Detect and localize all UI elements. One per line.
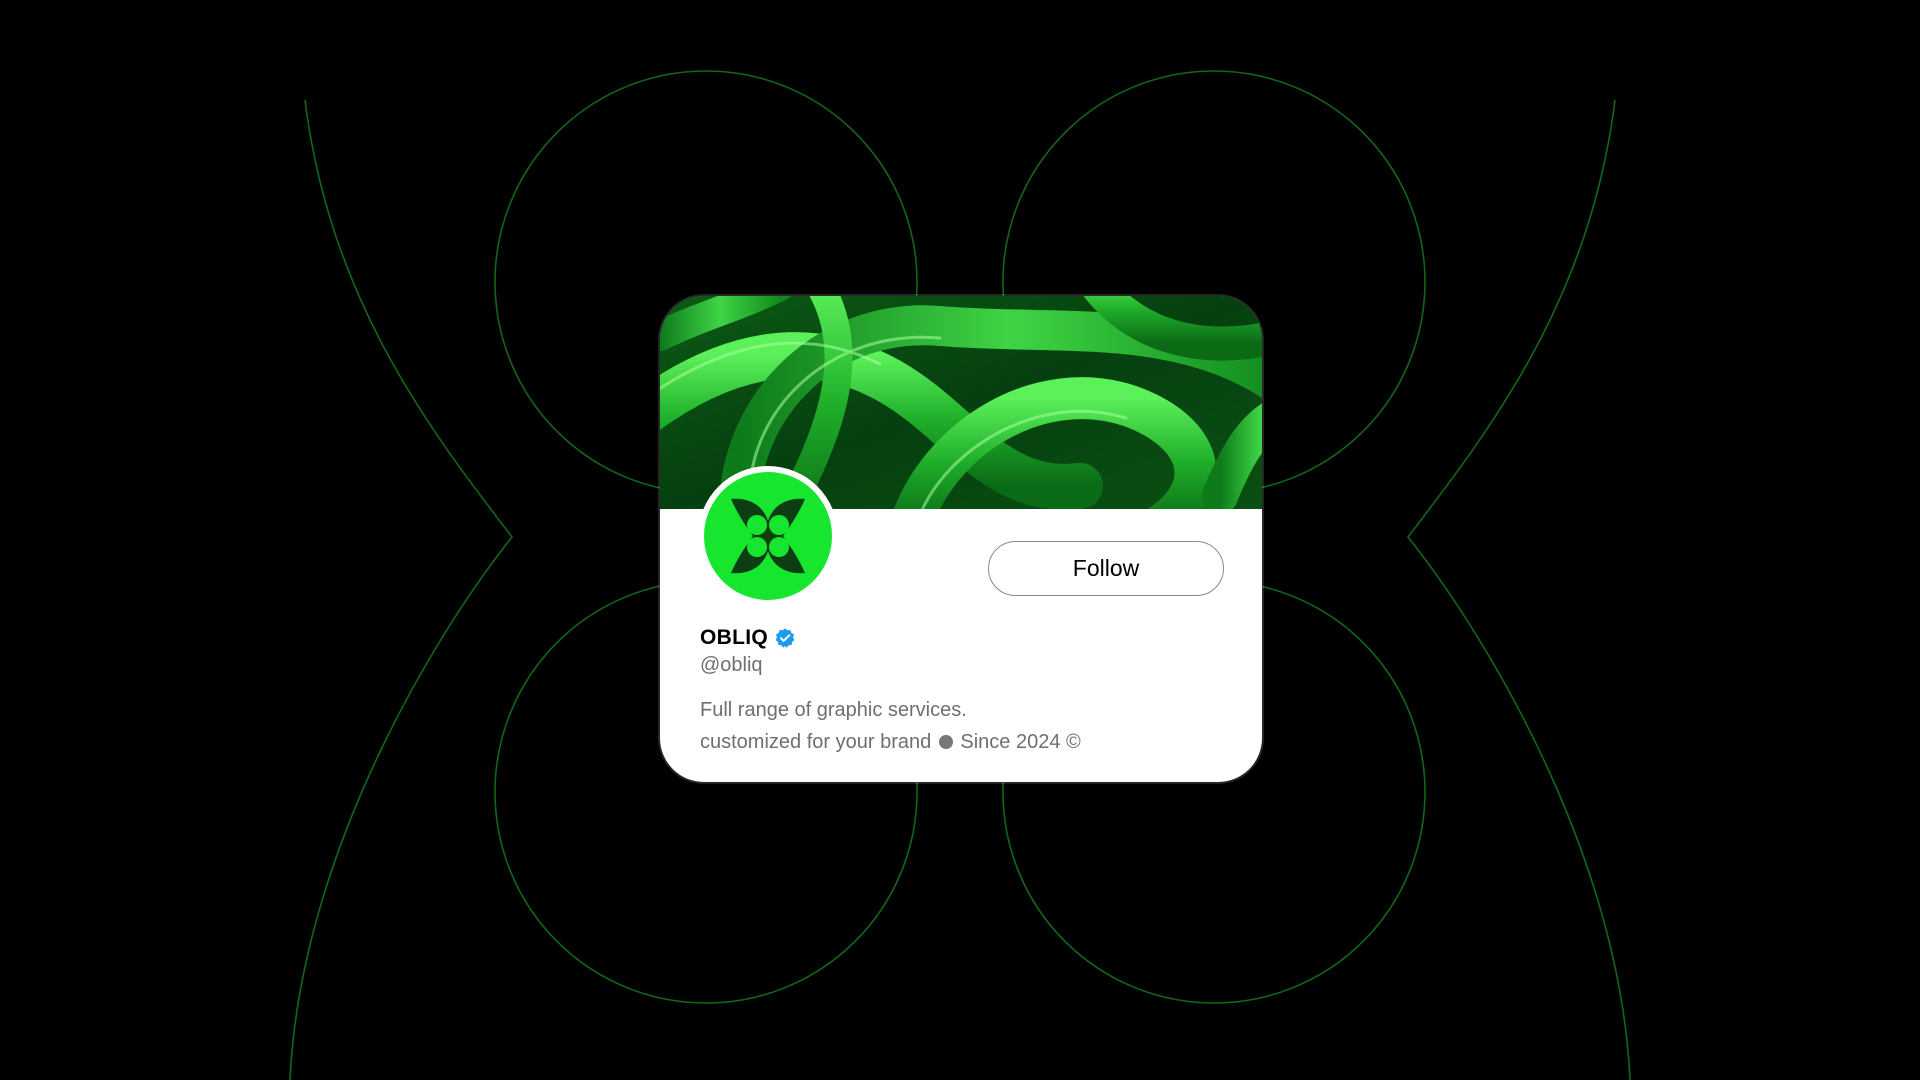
display-name: OBLIQ bbox=[700, 626, 768, 649]
bio-line-2: customized for your brand Since 2024 © bbox=[700, 726, 1081, 758]
backdrop-curve-right bbox=[1406, 99, 1631, 1080]
profile-card: Follow OBLIQ @obliq Full range of graphi… bbox=[660, 296, 1262, 782]
handle[interactable]: @obliq bbox=[700, 654, 763, 677]
obliq-logo-icon bbox=[731, 498, 805, 574]
bio-line-2-end: Since 2024 © bbox=[960, 731, 1081, 753]
dot-icon bbox=[938, 735, 953, 749]
name-row: OBLIQ bbox=[700, 626, 796, 650]
bio: Full range of graphic services. customiz… bbox=[700, 694, 1081, 758]
bio-line-2-start: customized for your brand bbox=[700, 731, 932, 753]
bio-line-1: Full range of graphic services. bbox=[700, 699, 967, 721]
backdrop-curve-left bbox=[289, 99, 514, 1080]
stage: Follow OBLIQ @obliq Full range of graphi… bbox=[0, 0, 1920, 1080]
avatar-circle bbox=[704, 472, 832, 600]
verified-badge-icon bbox=[775, 628, 795, 648]
avatar[interactable] bbox=[698, 466, 838, 606]
follow-button[interactable]: Follow bbox=[988, 541, 1224, 596]
